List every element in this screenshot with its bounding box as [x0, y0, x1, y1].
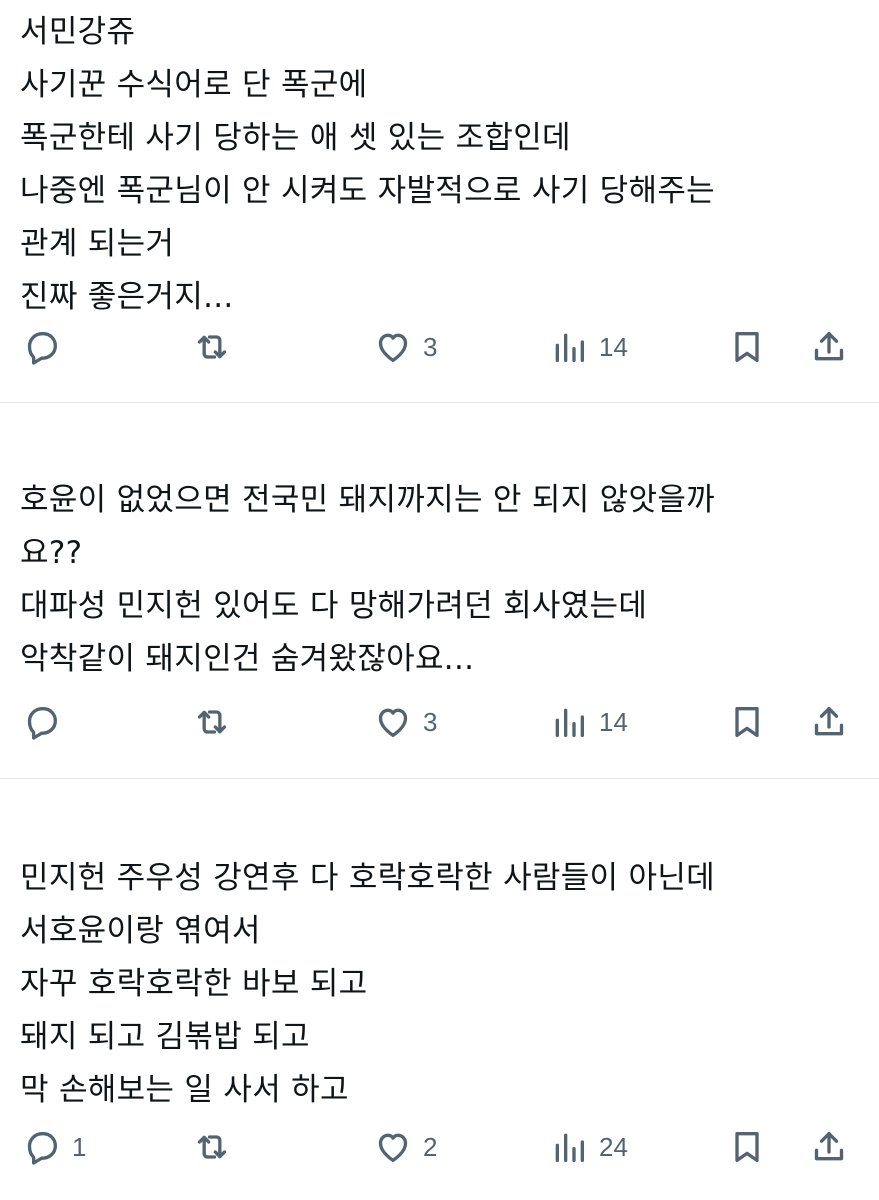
tweet-text-line: 민지헌 주우성 강연후 다 호락호락한 사람들이 아닌데: [20, 860, 715, 896]
views-button[interactable]: 24: [549, 1123, 628, 1171]
bookmark-icon: [735, 707, 759, 737]
views-button[interactable]: 14: [549, 323, 628, 371]
tweet-text-line: 막 손해보는 일 사서 하고: [20, 1072, 349, 1108]
tweet-text-line: 서민강쥬: [20, 14, 136, 50]
retweet-button[interactable]: [192, 323, 242, 371]
bookmark-icon: [735, 1132, 759, 1162]
like-count: 2: [423, 1131, 438, 1162]
share-upload-icon: [814, 707, 844, 736]
tweet-text-line: 나중엔 폭군님이 안 시켜도 자발적으로 사기 당해주는: [20, 173, 715, 209]
tweet-text-line: 진짜 좋은거지...: [20, 279, 234, 315]
retweet-icon: [197, 1135, 227, 1159]
reply-bubble-icon: [27, 707, 57, 740]
views-count: 14: [599, 331, 628, 362]
tweet-text-line: 악착같이 돼지인건 숨겨왔잖아요...: [20, 641, 475, 677]
share-button[interactable]: [809, 323, 849, 371]
retweet-button[interactable]: [192, 1123, 242, 1171]
reply-bubble-icon: [27, 332, 57, 365]
tweet-action-bar: 3 14: [0, 323, 879, 371]
tweet-text-line: 돼지 되고 김볶밥 되고: [20, 1019, 310, 1055]
tweet-text-line: 요??: [20, 535, 83, 571]
like-button[interactable]: 2: [373, 1123, 437, 1171]
tweet-text: 민지헌 주우성 강연후 다 호락호락한 사람들이 아닌데 서호윤이랑 엮여서 자…: [20, 852, 859, 1117]
like-button[interactable]: 3: [373, 323, 437, 371]
share-upload-icon: [814, 1132, 844, 1161]
like-button[interactable]: 3: [373, 698, 437, 746]
bookmark-icon: [735, 332, 759, 362]
retweet-button[interactable]: [192, 698, 242, 746]
reply-bubble-icon: [27, 1132, 57, 1165]
tweet-text: 서민강쥬 사기꾼 수식어로 단 폭군에 폭군한테 사기 당하는 애 셋 있는 조…: [20, 6, 859, 324]
analytics-bars-icon: [555, 1133, 584, 1162]
tweet-divider: [0, 402, 879, 403]
heart-icon: [378, 1133, 408, 1162]
retweet-icon: [197, 710, 227, 734]
tweet-text: 호윤이 없었으면 전국민 돼지까지는 안 되지 않앗을까 요?? 대파성 민지헌…: [20, 474, 859, 686]
like-count: 3: [423, 331, 438, 362]
tweet-text-line: 서호윤이랑 엮여서: [20, 913, 261, 949]
like-count: 3: [423, 706, 438, 737]
tweet-divider: [0, 778, 879, 779]
reply-button[interactable]: [22, 698, 72, 746]
reply-count: 1: [72, 1131, 87, 1162]
analytics-bars-icon: [555, 333, 584, 362]
tweet-text-line: 자꾸 호락호락한 바보 되고: [20, 966, 368, 1002]
tweet-text-line: 폭군한테 사기 당하는 애 셋 있는 조합인데: [20, 120, 571, 156]
tweet-text-line: 관계 되는거: [20, 226, 175, 262]
tweet-text-line: 사기꾼 수식어로 단 폭군에: [20, 67, 368, 103]
heart-icon: [378, 708, 408, 737]
reply-button[interactable]: [22, 323, 72, 371]
views-count: 14: [599, 706, 628, 737]
bookmark-button[interactable]: [727, 698, 767, 746]
share-button[interactable]: [809, 1123, 849, 1171]
tweet-text-line: 대파성 민지헌 있어도 다 망해가려던 회사였는데: [20, 588, 648, 624]
bookmark-button[interactable]: [727, 323, 767, 371]
retweet-icon: [197, 335, 227, 359]
heart-icon: [378, 333, 408, 362]
share-button[interactable]: [809, 698, 849, 746]
views-button[interactable]: 14: [549, 698, 628, 746]
tweet-action-bar: 1 2 24: [0, 1123, 879, 1171]
share-upload-icon: [814, 332, 844, 361]
tweet-action-bar: 3 14: [0, 698, 879, 746]
tweet-text-line: 호윤이 없었으면 전국민 돼지까지는 안 되지 않앗을까: [20, 482, 715, 518]
analytics-bars-icon: [555, 708, 584, 737]
reply-button[interactable]: 1: [22, 1123, 86, 1171]
bookmark-button[interactable]: [727, 1123, 767, 1171]
views-count: 24: [599, 1131, 628, 1162]
